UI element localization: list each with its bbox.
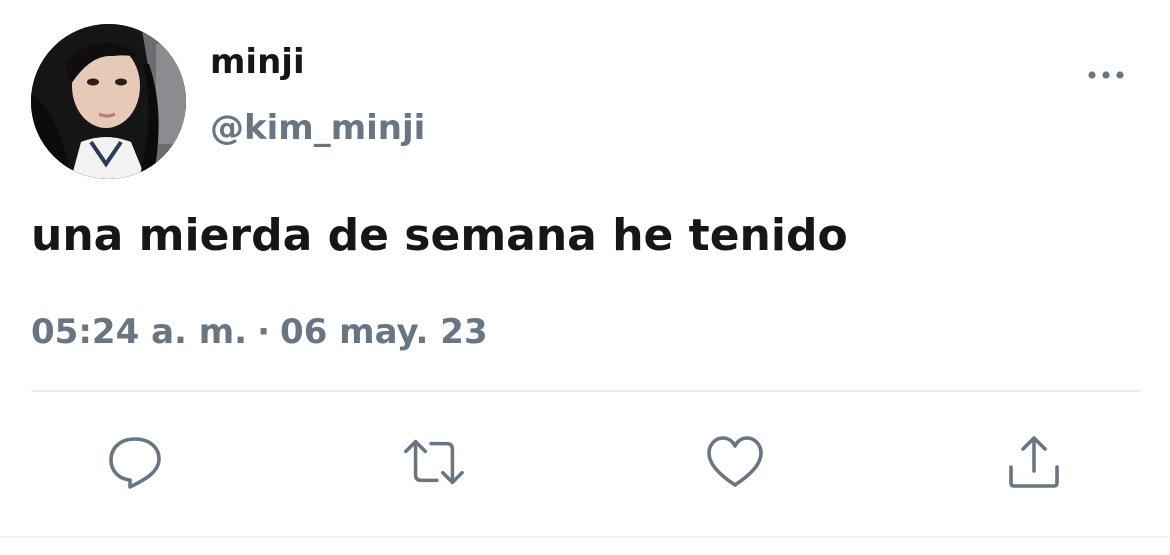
share-icon [1009,436,1059,488]
tweet-text: una mierda de semana he tenido [31,210,848,261]
bottom-divider [0,536,1170,538]
avatar-image [31,24,186,179]
timestamp[interactable]: 05:24 a. m. · 06 may. 23 [31,308,488,356]
share-button[interactable] [1002,430,1066,494]
retweet-icon [404,439,464,485]
tweet-card: minji @kim_minji una mierda de semana he… [0,0,1170,555]
tweet-time: 05:24 a. m. [31,312,248,352]
tweet-date: 06 may. 23 [280,312,488,352]
display-name[interactable]: minji [210,40,305,84]
timestamp-separator: · [257,312,271,352]
more-options-icon[interactable] [1084,58,1128,92]
reply-icon [109,437,161,489]
like-button[interactable] [703,430,767,494]
heart-icon [707,436,763,487]
reply-button[interactable] [103,430,167,494]
retweet-button[interactable] [402,430,466,494]
user-handle[interactable]: @kim_minji [210,106,425,150]
divider [31,390,1140,392]
avatar[interactable] [31,24,186,179]
